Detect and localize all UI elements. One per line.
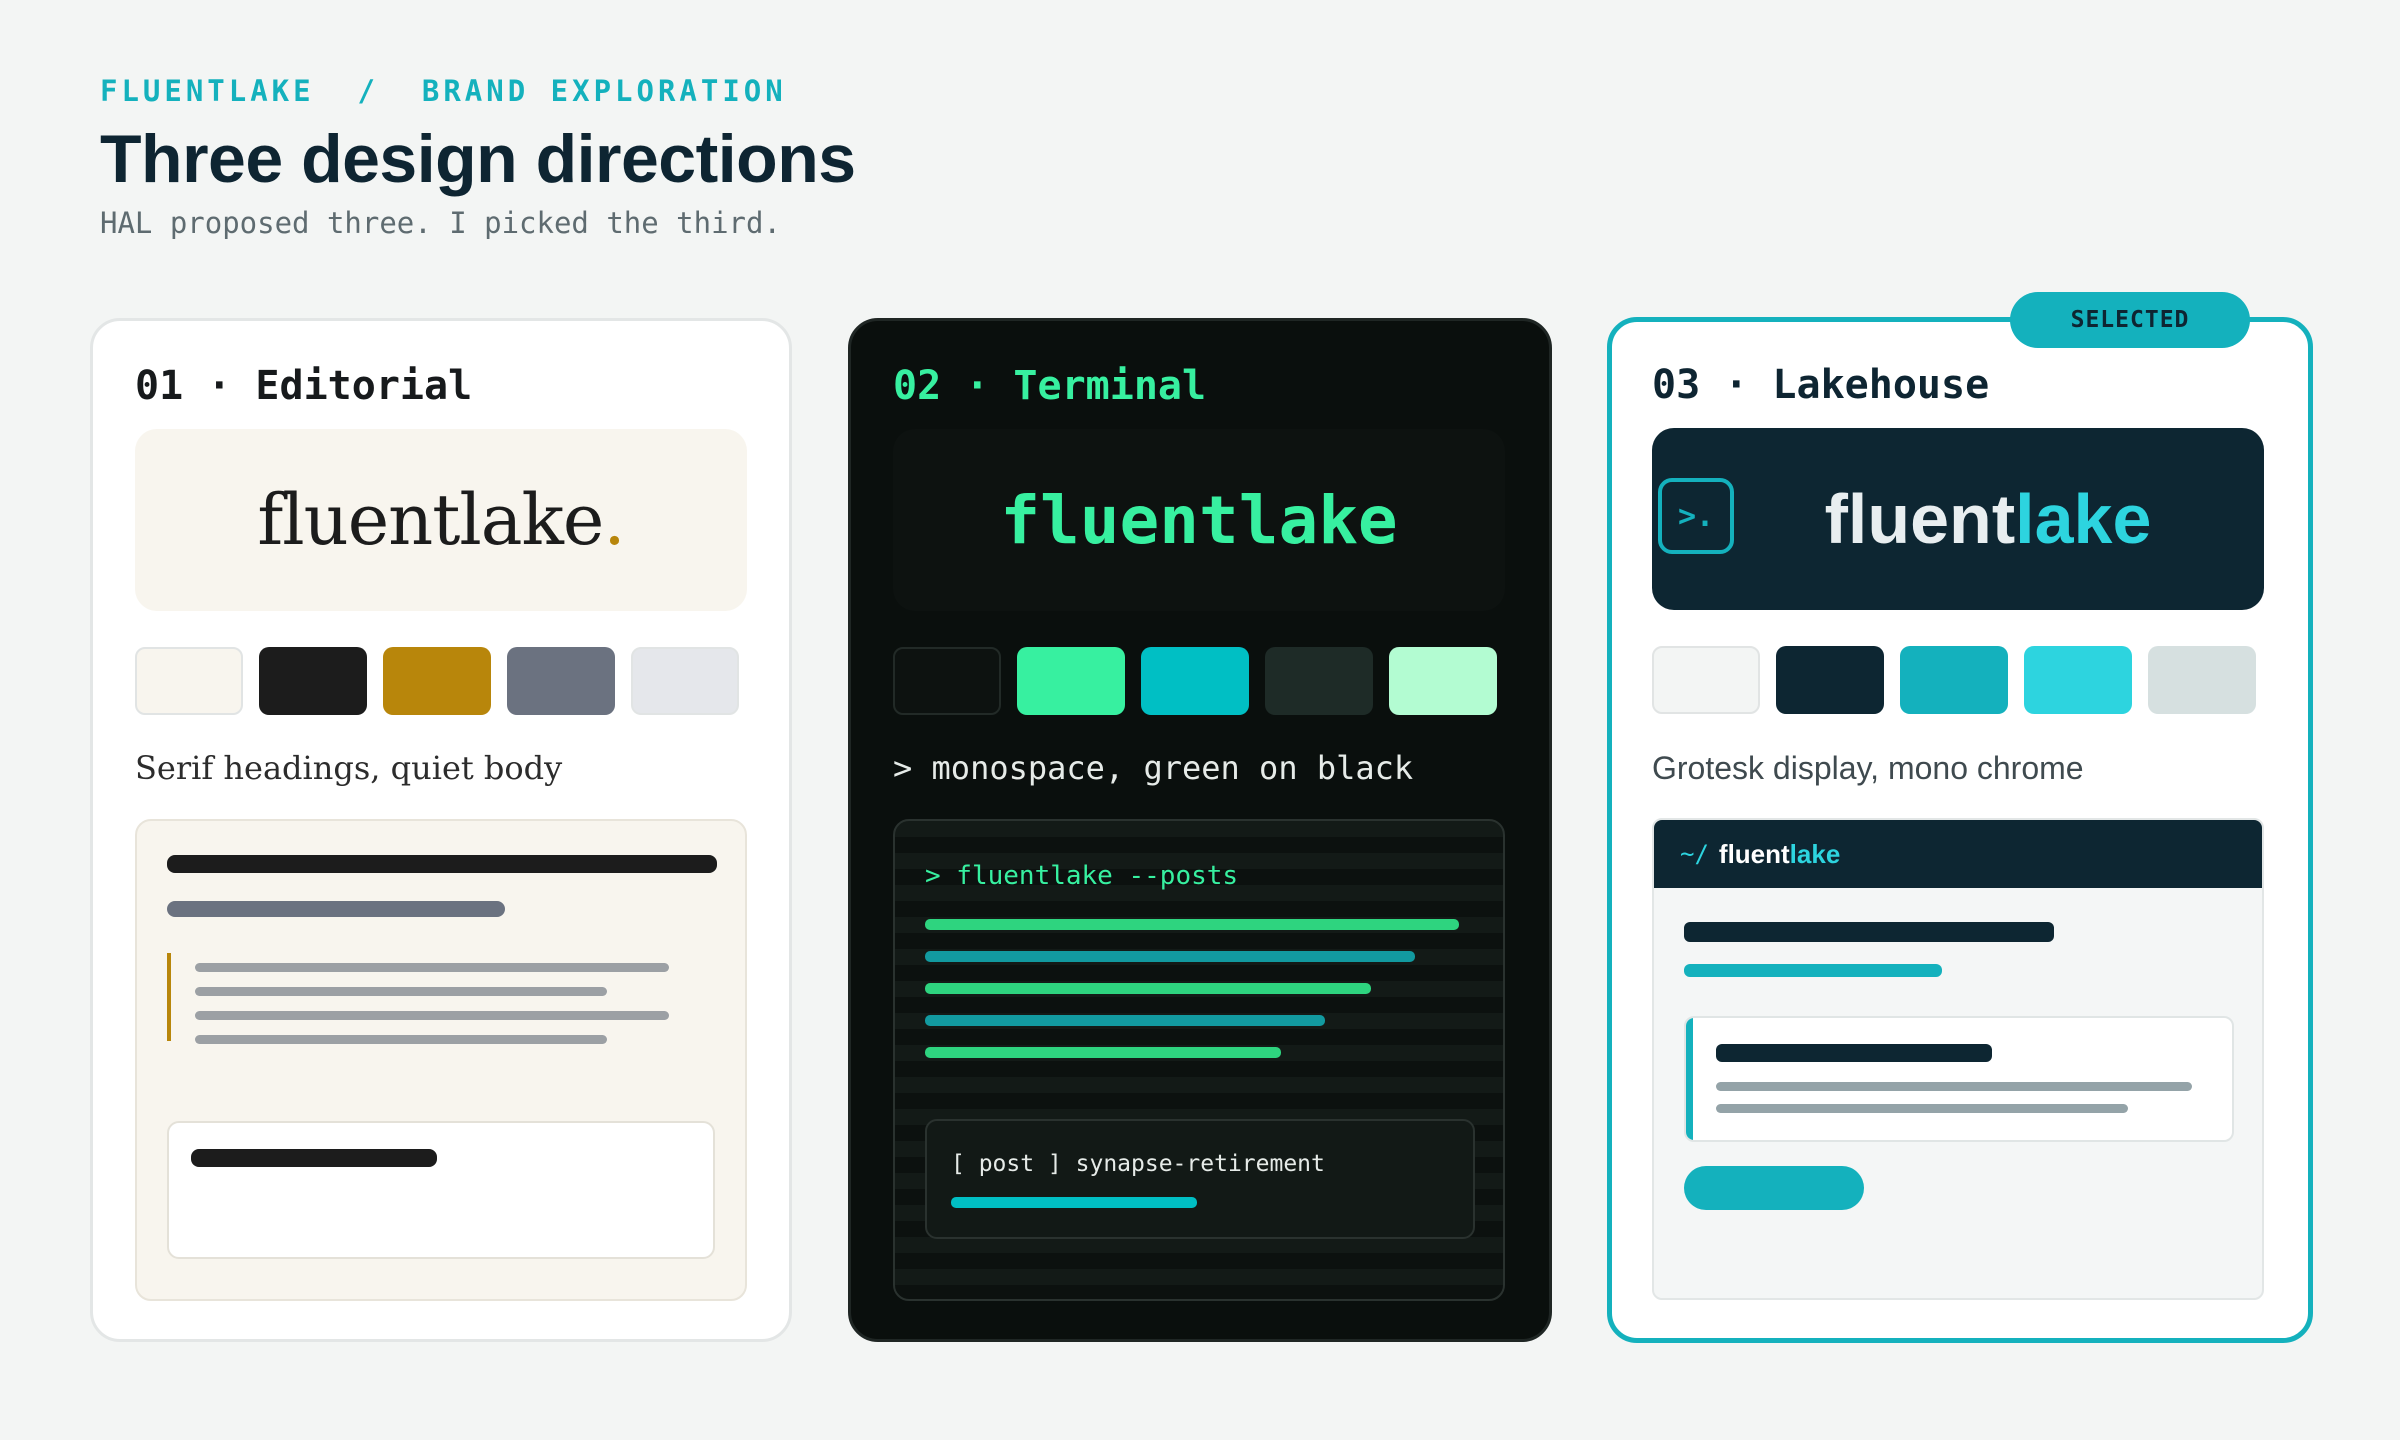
preview-nav-bar: ~/ fluentlake	[1654, 820, 2262, 888]
color-swatches	[135, 647, 739, 715]
card-heading: 01 · Editorial	[135, 363, 473, 409]
swatch	[259, 647, 367, 715]
swatch	[1776, 646, 1884, 714]
preview-output-line	[925, 919, 1459, 930]
swatch	[1652, 646, 1760, 714]
swatch	[1389, 647, 1497, 715]
logo-preview: fluentlake	[893, 429, 1505, 611]
layout-preview: ~/ fluentlake	[1652, 818, 2264, 1300]
swatch	[507, 647, 615, 715]
preview-text-line	[195, 987, 607, 996]
preview-card	[1684, 1016, 2234, 1142]
preview-card	[167, 1121, 715, 1259]
preview-subhead-bar	[167, 901, 505, 917]
preview-text-line	[1716, 1082, 2192, 1091]
preview-brand: fluentlake	[1718, 838, 1841, 869]
card-heading: 02 · Terminal	[893, 363, 1207, 409]
preview-output-line	[925, 983, 1371, 994]
preview-button	[1684, 1166, 1864, 1210]
preview-output-line	[925, 1047, 1281, 1058]
page-title: Three design directions	[100, 121, 856, 197]
layout-preview	[135, 819, 747, 1301]
logo-wordmark: fluentlake	[1000, 481, 1398, 559]
direction-card-terminal[interactable]: 02 · Terminal fluentlake > monospace, gr…	[848, 318, 1552, 1342]
direction-card-lakehouse[interactable]: 03 · Lakehouse >. fluentlake Grotesk dis…	[1607, 317, 2313, 1343]
color-swatches	[1652, 646, 2256, 714]
page-header: FLUENTLAKE / BRAND EXPLORATION Three des…	[100, 74, 856, 240]
card-tagline: > monospace, green on black	[893, 749, 1414, 787]
breadcrumb: FLUENTLAKE / BRAND EXPLORATION	[100, 74, 787, 108]
preview-text-line	[195, 963, 669, 972]
preview-headline-bar	[167, 855, 717, 873]
swatch	[1900, 646, 2008, 714]
swatch	[135, 647, 243, 715]
logo-preview: fluentlake.	[135, 429, 747, 611]
swatch	[1017, 647, 1125, 715]
logo-wordmark: fluentlake	[1824, 480, 2152, 558]
direction-card-editorial[interactable]: 01 · Editorial fluentlake. Serif heading…	[90, 318, 792, 1342]
preview-card-title-bar	[191, 1149, 437, 1167]
preview-subhead-bar	[1684, 964, 1942, 977]
card-heading: 03 · Lakehouse	[1652, 362, 1990, 408]
preview-post-card: [ post ] synapse-retirement	[925, 1119, 1475, 1239]
swatch	[2024, 646, 2132, 714]
swatch	[1265, 647, 1373, 715]
swatch	[893, 647, 1001, 715]
swatch	[631, 647, 739, 715]
preview-text-line	[195, 1035, 607, 1044]
preview-headline-bar	[1684, 922, 2054, 942]
preview-text-line	[1716, 1104, 2128, 1113]
card-tagline: Grotesk display, mono chrome	[1652, 750, 2084, 786]
prompt-logo-icon: >.	[1658, 478, 1734, 554]
preview-output-line	[925, 951, 1415, 962]
terminal-command: > fluentlake --posts	[925, 861, 1239, 891]
post-label: [ post ] synapse-retirement	[951, 1151, 1325, 1177]
preview-card-accent-rule	[1686, 1018, 1693, 1140]
preview-path: ~/	[1680, 840, 1709, 868]
preview-output-line	[925, 1015, 1325, 1026]
selected-badge: SELECTED	[2010, 292, 2250, 348]
swatch	[1141, 647, 1249, 715]
logo-wordmark: fluentlake.	[257, 479, 625, 561]
card-tagline: Serif headings, quiet body	[135, 749, 563, 787]
preview-text-line	[195, 1011, 669, 1020]
page-subtitle: HAL proposed three. I picked the third.	[100, 206, 781, 240]
color-swatches	[893, 647, 1497, 715]
swatch	[383, 647, 491, 715]
preview-card-title-bar	[1716, 1044, 1992, 1062]
swatch	[2148, 646, 2256, 714]
pull-quote-rule	[167, 953, 171, 1041]
layout-preview: > fluentlake --posts [ post ] synapse-re…	[893, 819, 1505, 1301]
post-underline-bar	[951, 1197, 1197, 1208]
logo-preview: >. fluentlake	[1652, 428, 2264, 610]
